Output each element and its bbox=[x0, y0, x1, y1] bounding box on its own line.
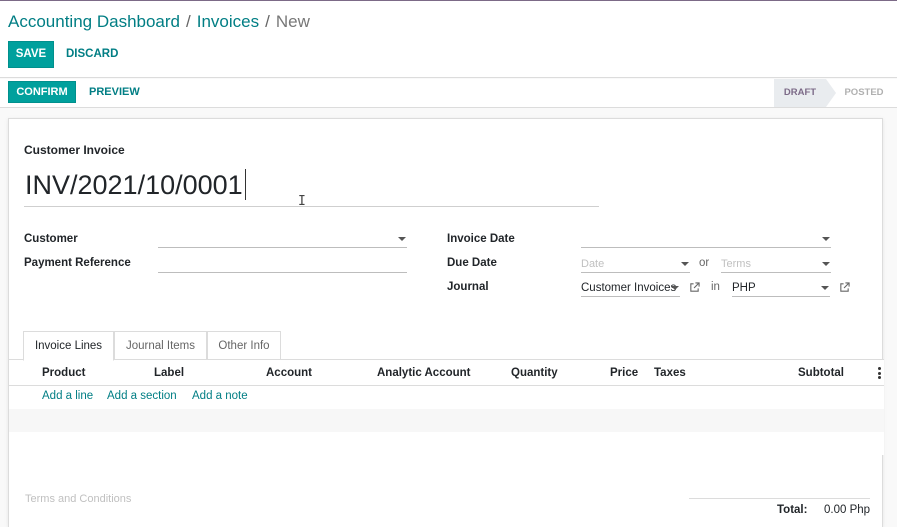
invoice-type-label: Customer Invoice bbox=[24, 143, 125, 157]
add-a-line-link[interactable]: Add a line bbox=[42, 390, 93, 402]
payment-reference-input[interactable] bbox=[158, 255, 407, 273]
tab-other-info[interactable]: Other Info bbox=[207, 331, 281, 360]
invoice-date-input[interactable] bbox=[581, 230, 831, 248]
column-header-analytic-account[interactable]: Analytic Account bbox=[377, 360, 471, 386]
column-header-account[interactable]: Account bbox=[266, 360, 312, 386]
external-link-icon[interactable] bbox=[839, 282, 850, 293]
due-date-input[interactable]: Date bbox=[581, 255, 690, 273]
tab-journal-items[interactable]: Journal Items bbox=[114, 331, 207, 360]
total-amount: 0.00 Php bbox=[824, 504, 871, 516]
invoice-number-field[interactable]: INV/2021/10/0001 bbox=[24, 167, 599, 207]
chevron-down-icon[interactable] bbox=[821, 286, 829, 290]
breadcrumb-separator: / bbox=[186, 12, 191, 31]
control-panel: Accounting Dashboard / Invoices / New SAVE D… bbox=[0, 1, 897, 78]
empty-table-row bbox=[9, 432, 884, 455]
invoice-number-value: INV/2021/10/0001 bbox=[25, 170, 243, 200]
payment-reference-label: Payment Reference bbox=[24, 257, 131, 269]
invoice-lines-header: Product Label Account Analytic Account Q… bbox=[9, 360, 884, 386]
tab-invoice-lines[interactable]: Invoice Lines bbox=[23, 331, 114, 361]
stage-posted[interactable]: POSTED bbox=[838, 79, 890, 107]
chevron-down-icon[interactable] bbox=[822, 262, 830, 266]
stage-draft-arrow bbox=[826, 79, 836, 107]
column-header-taxes[interactable]: Taxes bbox=[654, 360, 686, 386]
form-statusbar: CONFIRM PREVIEW DRAFT POSTED bbox=[0, 79, 897, 108]
discard-button[interactable]: DISCARD bbox=[66, 41, 118, 68]
text-cursor bbox=[244, 169, 246, 200]
breadcrumb-current: New bbox=[275, 12, 310, 31]
chevron-down-icon[interactable] bbox=[681, 262, 689, 266]
column-header-subtotal[interactable]: Subtotal bbox=[798, 360, 844, 386]
breadcrumb-invoices[interactable]: Invoices bbox=[197, 12, 259, 31]
currency-input[interactable]: PHP bbox=[732, 279, 830, 297]
invoice-date-label: Invoice Date bbox=[447, 233, 515, 245]
save-button[interactable]: SAVE bbox=[8, 41, 54, 68]
total-divider bbox=[689, 498, 870, 499]
chevron-down-icon[interactable] bbox=[822, 237, 830, 241]
invoice-form-sheet: Customer Invoice INV/2021/10/0001 I Cust… bbox=[8, 118, 884, 527]
breadcrumb-accounting-dashboard[interactable]: Accounting Dashboard bbox=[8, 12, 180, 31]
optional-columns-icon[interactable] bbox=[878, 367, 881, 379]
payment-terms-placeholder: Terms bbox=[721, 258, 751, 270]
payment-terms-input[interactable]: Terms bbox=[721, 255, 831, 273]
customer-label: Customer bbox=[24, 233, 78, 245]
add-line-row: Add a line Add a section Add a note bbox=[9, 386, 884, 409]
add-a-section-link[interactable]: Add a section bbox=[107, 390, 177, 402]
journal-value: Customer Invoices bbox=[581, 282, 677, 294]
journal-input[interactable]: Customer Invoices bbox=[581, 279, 680, 297]
due-date-placeholder: Date bbox=[581, 258, 605, 270]
column-header-quantity[interactable]: Quantity bbox=[511, 360, 558, 386]
column-header-label[interactable]: Label bbox=[154, 360, 184, 386]
external-link-icon[interactable] bbox=[689, 282, 700, 293]
confirm-button[interactable]: CONFIRM bbox=[8, 81, 76, 103]
stage-draft[interactable]: DRAFT bbox=[774, 79, 826, 107]
terms-and-conditions-placeholder[interactable]: Terms and Conditions bbox=[25, 493, 131, 505]
due-date-label: Due Date bbox=[447, 257, 497, 269]
journal-label: Journal bbox=[447, 281, 489, 293]
column-header-price[interactable]: Price bbox=[610, 360, 638, 386]
add-a-note-link[interactable]: Add a note bbox=[192, 390, 248, 402]
breadcrumb-separator: / bbox=[265, 12, 270, 31]
currency-value: PHP bbox=[732, 282, 756, 294]
ibeam-cursor-icon: I bbox=[298, 194, 306, 209]
column-header-product[interactable]: Product bbox=[42, 360, 85, 386]
total-label: Total: bbox=[777, 504, 808, 516]
chevron-down-icon[interactable] bbox=[398, 237, 406, 241]
empty-table-row bbox=[9, 409, 884, 432]
customer-input[interactable] bbox=[158, 230, 407, 248]
or-text: or bbox=[699, 257, 710, 269]
preview-button[interactable]: PREVIEW bbox=[89, 81, 140, 103]
breadcrumb: Accounting Dashboard / Invoices / New bbox=[8, 12, 310, 32]
in-text: in bbox=[711, 281, 720, 293]
chevron-down-icon[interactable] bbox=[671, 286, 679, 290]
